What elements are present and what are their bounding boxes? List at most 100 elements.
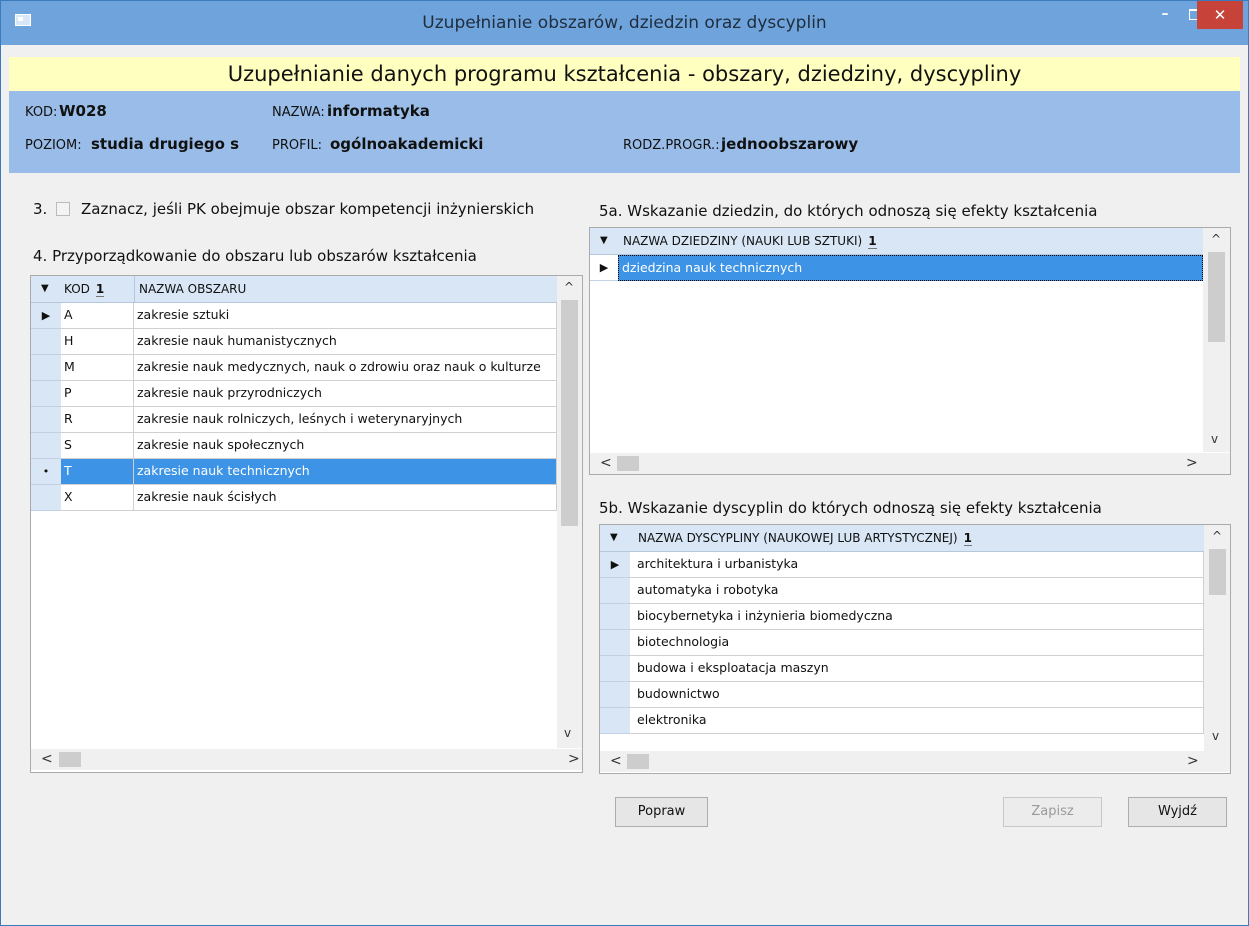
table-row[interactable]: Hzakresie nauk humanistycznych [31,329,557,355]
dziedziny-grid-header: ▼ NAZWA DZIEDZINY (NAUKI LUB SZTUKI) 1 [590,228,1203,255]
scroll-right-icon[interactable]: > [1187,751,1199,771]
table-row[interactable]: ▶ Azakresie sztuki [31,303,557,329]
sort-order-icon: 1 [963,531,972,546]
minimize-button[interactable]: – [1151,1,1179,29]
table-row[interactable]: Xzakresie nauk ścisłych [31,485,557,511]
cell-dyscyplina[interactable]: architektura i urbanistyka [630,552,1204,578]
dyscypliny-grid: ▼ NAZWA DYSCYPLINY (NAUKOWEJ LUB ARTYSTY… [599,524,1231,774]
cell-kod[interactable]: M [61,355,134,381]
cell-dyscyplina[interactable]: automatyka i robotyka [630,578,1204,604]
rodz-label: RODZ.PROGR.: [623,138,720,153]
row-indicator [31,433,61,459]
scroll-left-icon[interactable]: < [600,453,612,473]
dyscypliny-vscrollbar[interactable]: ^ v [1204,525,1230,751]
scroll-down-icon[interactable]: v [564,726,571,740]
table-row[interactable]: biocybernetyka i inżynieria biomedyczna [600,604,1204,630]
sort-down-icon[interactable]: ▼ [41,276,49,302]
section3-number: 3. [33,200,48,218]
scroll-right-icon[interactable]: > [568,749,580,769]
cell-nazwa-obszaru[interactable]: zakresie sztuki [134,303,557,329]
sort-down-icon[interactable]: ▼ [610,525,618,551]
scroll-down-icon[interactable]: v [1212,729,1219,743]
profil-label: PROFIL: [272,138,323,153]
dyscypliny-grid-header: ▼ NAZWA DYSCYPLINY (NAUKOWEJ LUB ARTYSTY… [600,525,1204,552]
sort-order-icon: 1 [95,282,105,297]
sort-down-icon[interactable]: ▼ [600,228,608,254]
dziedziny-vscrollbar[interactable]: ^ v [1203,228,1230,452]
cell-dyscyplina[interactable]: elektronika [630,708,1204,734]
row-indicator: • [31,459,61,485]
table-row[interactable]: Pzakresie nauk przyrodniczych [31,381,557,407]
table-row[interactable]: Szakresie nauk społecznych [31,433,557,459]
table-row[interactable]: automatyka i robotyka [600,578,1204,604]
scroll-up-icon[interactable]: ^ [564,280,574,294]
cell-dyscyplina[interactable]: biotechnologia [630,630,1204,656]
poziom-label: POZIOM: [25,138,82,153]
row-indicator [31,407,61,433]
dyscypliny-vscroll-thumb[interactable] [1209,549,1226,595]
cell-dyscyplina[interactable]: budownictwo [630,682,1204,708]
page-banner: Uzupełnianie danych programu kształcenia… [9,57,1240,91]
cell-kod[interactable]: H [61,329,134,355]
scroll-left-icon[interactable]: < [610,751,622,771]
obszary-vscrollbar[interactable]: ^ v [557,276,582,748]
dyscypliny-hscroll-thumb[interactable] [627,754,649,769]
obszary-hscroll-thumb[interactable] [59,752,81,767]
row-indicator [600,656,630,682]
window-title: Uzupełnianie obszarów, dziedzin oraz dys… [422,13,827,33]
table-row[interactable]: ▶ dziedzina nauk technicznych [590,255,1203,281]
cell-nazwa-obszaru[interactable]: zakresie nauk społecznych [134,433,557,459]
scroll-right-icon[interactable]: > [1186,453,1198,473]
cell-dyscyplina[interactable]: biocybernetyka i inżynieria biomedyczna [630,604,1204,630]
row-indicator: ▶ [600,552,630,578]
obszary-grid: ▼ KOD 1 NAZWA OBSZARU ▶ Azakresie sztuki Hz… [30,275,583,773]
cell-kod[interactable]: T [61,459,134,485]
cell-kod[interactable]: P [61,381,134,407]
table-row[interactable]: • Tzakresie nauk technicznych [31,459,557,485]
dialog-window: Uzupełnianie obszarów, dziedzin oraz dys… [0,0,1249,926]
zapisz-button[interactable]: Zapisz [1003,797,1102,827]
table-row[interactable]: Mzakresie nauk medycznych, nauk o zdrowi… [31,355,557,381]
cell-dziedzina[interactable]: dziedzina nauk technicznych [618,255,1203,281]
obszary-grid-header: ▼ KOD 1 NAZWA OBSZARU [31,276,557,303]
scroll-up-icon[interactable]: ^ [1211,232,1221,246]
col-dyscyplina-header[interactable]: NAZWA DYSCYPLINY (NAUKOWEJ LUB ARTYSTYCZ… [638,525,972,551]
cell-kod[interactable]: R [61,407,134,433]
row-indicator [600,630,630,656]
cell-kod[interactable]: S [61,433,134,459]
table-row[interactable]: budowa i eksploatacja maszyn [600,656,1204,682]
col-kod-header[interactable]: KOD 1 [64,276,135,302]
cell-nazwa-obszaru[interactable]: zakresie nauk technicznych [134,459,557,485]
program-info-panel: KOD: W028 NAZWA: informatyka POZIOM: stu… [9,91,1240,173]
cell-kod[interactable]: X [61,485,134,511]
poziom-value: studia drugiego s [91,135,240,153]
cell-nazwa-obszaru[interactable]: zakresie nauk ścisłych [134,485,557,511]
table-row[interactable]: ▶ architektura i urbanistyka [600,552,1204,578]
cell-nazwa-obszaru[interactable]: zakresie nauk medycznych, nauk o zdrowiu… [134,355,557,381]
scroll-down-icon[interactable]: v [1211,432,1218,446]
cell-nazwa-obszaru[interactable]: zakresie nauk humanistycznych [134,329,557,355]
rodz-value: jednoobszarowy [721,135,859,153]
dziedziny-vscroll-thumb[interactable] [1208,252,1225,342]
obszary-hscrollbar[interactable]: < > [31,749,582,770]
engineering-checkbox[interactable] [56,202,70,216]
cell-nazwa-obszaru[interactable]: zakresie nauk przyrodniczych [134,381,557,407]
obszary-vscroll-thumb[interactable] [561,300,578,526]
dyscypliny-hscrollbar[interactable]: < > [600,751,1230,772]
scroll-up-icon[interactable]: ^ [1212,529,1222,543]
popraw-button[interactable]: Popraw [615,797,708,827]
table-row[interactable]: biotechnologia [600,630,1204,656]
table-row[interactable]: elektronika [600,708,1204,734]
col-dziedzina-header[interactable]: NAZWA DZIEDZINY (NAUKI LUB SZTUKI) 1 [623,228,877,254]
cell-kod[interactable]: A [61,303,134,329]
dziedziny-hscrollbar[interactable]: < > [590,453,1230,474]
table-row[interactable]: Rzakresie nauk rolniczych, leśnych i wet… [31,407,557,433]
scroll-left-icon[interactable]: < [41,749,53,769]
wyjdz-button[interactable]: Wyjdź [1128,797,1227,827]
dziedziny-hscroll-thumb[interactable] [617,456,639,471]
cell-nazwa-obszaru[interactable]: zakresie nauk rolniczych, leśnych i wete… [134,407,557,433]
cell-dyscyplina[interactable]: budowa i eksploatacja maszyn [630,656,1204,682]
table-row[interactable]: budownictwo [600,682,1204,708]
close-button[interactable]: ✕ [1197,1,1243,29]
col-nazwa-obszaru-header[interactable]: NAZWA OBSZARU [139,276,246,302]
